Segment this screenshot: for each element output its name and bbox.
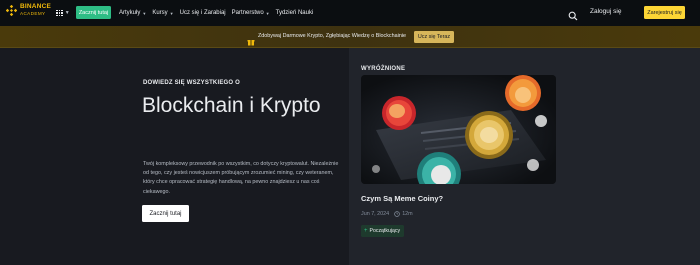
featured-label: WYRÓŻNIONE [361,66,406,72]
hero-description: Twój kompleksowy przewodnik po wszystkim… [143,161,339,195]
start-here-button[interactable]: Zacznij tutaj [76,6,111,19]
login-link[interactable]: Zaloguj się [590,8,621,15]
hero-section: DOWIEDZ SIĘ WSZYSTKIEGO O Blockchain i K… [0,48,348,265]
nav-item-courses[interactable]: Kursy ▼ [152,10,173,16]
featured-section: WYRÓŻNIONE Czym Są Meme Coiny? Jun 7, 20… [349,48,700,265]
featured-article-title[interactable]: Czym Są Meme Coiny? [361,194,443,203]
nav-item-learn-and-earn[interactable]: Ucz się i Zarabiaj [180,10,226,16]
chevron-down-icon: ▼ [64,10,70,16]
hero-title: Blockchain i Krypto [142,94,321,117]
nav-item-label: Tydzień Nauki [275,10,314,16]
level-tag-label: Początkujący [369,228,401,234]
gift-icon [247,33,255,46]
hero-eyebrow: DOWIEDZ SIĘ WSZYSTKIEGO O [143,80,241,86]
chevron-down-icon: ▼ [169,10,174,16]
main-content: DOWIEDZ SIĘ WSZYSTKIEGO O Blockchain i K… [0,48,700,265]
banner-text: Zdobywaj Darmowe Krypto, Zgłębiając Wied… [258,33,407,39]
article-read-time: 12m [402,211,413,217]
plus-icon: + [364,228,368,234]
logo-line1: BINANCE [20,3,52,10]
article-meta: Jun 7, 2024 12m [361,211,413,217]
hero-start-button[interactable]: Zacznij tutaj [142,205,189,222]
logo-line2: ACADEMY [20,10,46,16]
clock-icon [394,211,400,217]
binance-academy-logo[interactable]: BINANCE ACADEMY [6,3,52,16]
nav-links: Artykuły ▼ Kursy ▼ Ucz się i Zarabiaj Pa… [119,0,319,26]
nav-item-label: Kursy [152,10,168,16]
nav-item-label: Artykuły [119,10,141,16]
featured-article-image[interactable] [361,75,556,184]
apps-grid-icon[interactable]: ▼ [56,8,70,18]
learn-now-button[interactable]: Ucz się Teraz [414,31,454,43]
nav-item-label: Ucz się i Zarabiaj [179,10,226,16]
top-nav: BINANCE ACADEMY ▼ Zacznij tutaj Artykuły… [0,0,700,26]
chevron-down-icon: ▼ [142,10,147,16]
nav-item-articles[interactable]: Artykuły ▼ [119,10,146,16]
binance-logo-icon [6,4,17,16]
register-button[interactable]: Zarejestruj się [644,6,685,19]
level-tag[interactable]: + Początkujący [361,225,405,237]
promo-banner: Zdobywaj Darmowe Krypto, Zgłębiając Wied… [0,26,700,48]
article-date: Jun 7, 2024 [361,211,390,217]
nav-item-partnership[interactable]: Partnerstwo ▼ [232,10,270,16]
nav-item-label: Partnerstwo [231,10,264,16]
nav-item-learning-week[interactable]: Tydzień Nauki [276,10,314,16]
search-icon[interactable] [568,8,578,21]
chevron-down-icon: ▼ [265,10,270,16]
